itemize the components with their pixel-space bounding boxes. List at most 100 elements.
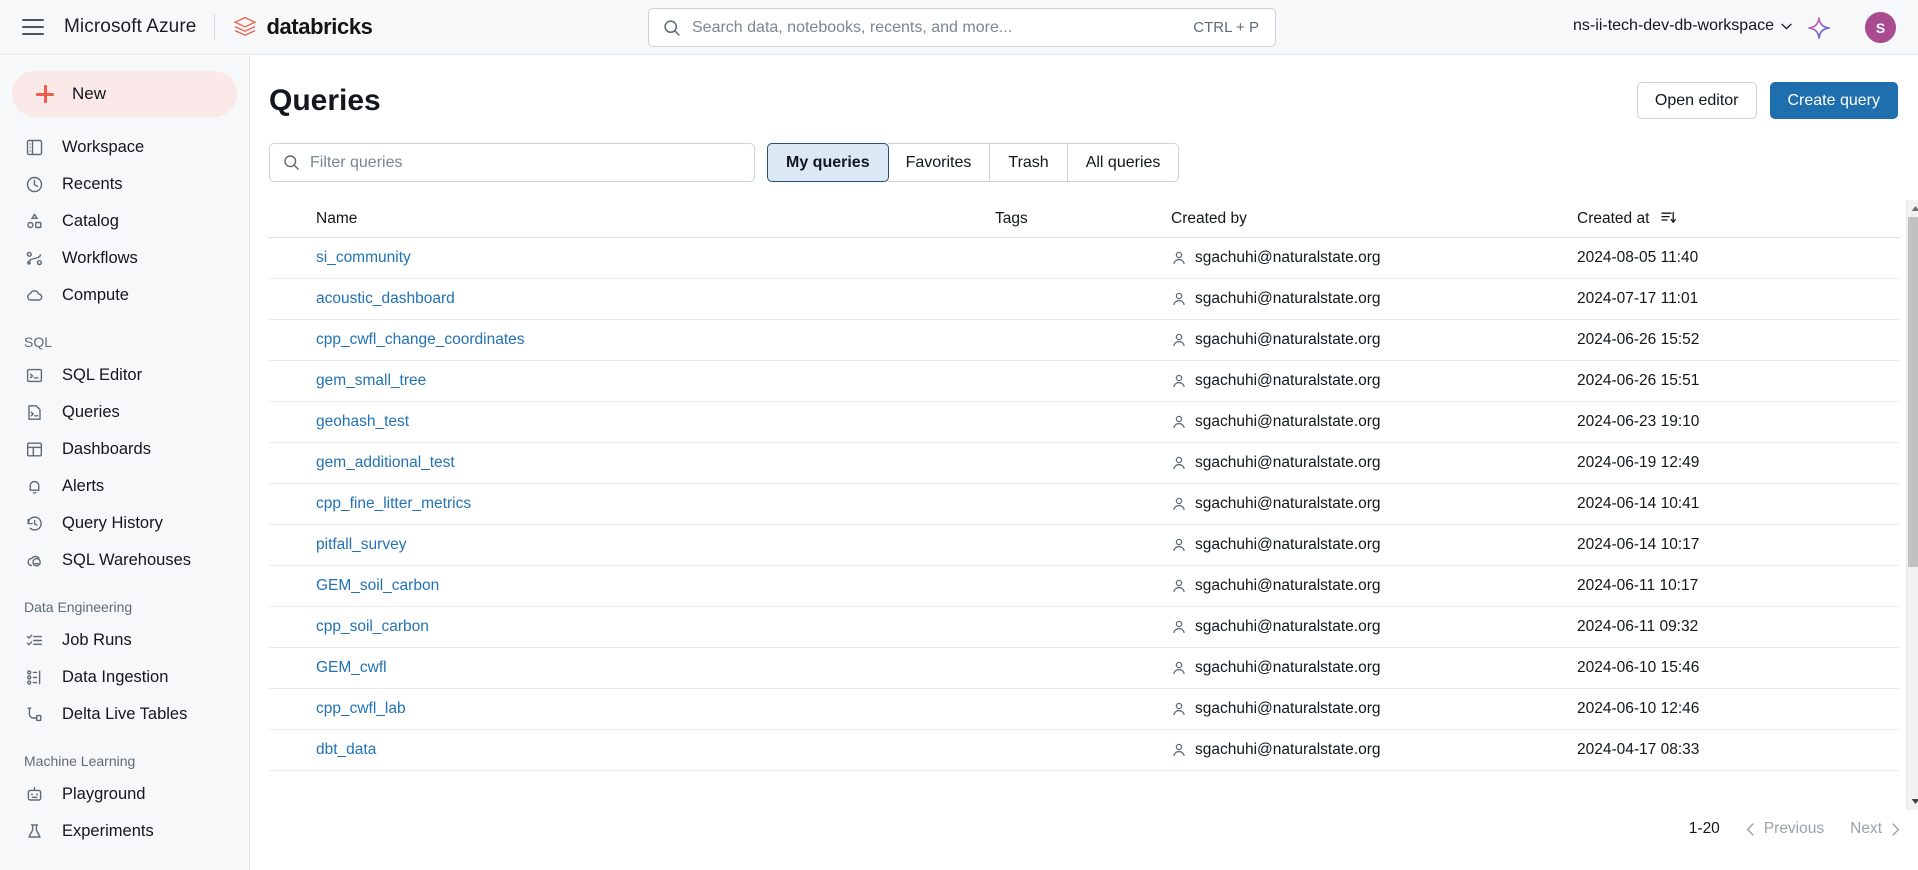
query-name-link[interactable]: acoustic_dashboard [316, 290, 455, 307]
sidebar-item-experiments[interactable]: Experiments [10, 813, 239, 850]
table-row[interactable]: GEM_soil_carbon sgachuhi@naturalstate.org… [269, 566, 1899, 607]
sidebar-item-label: SQL Warehouses [62, 551, 192, 569]
column-header-created-at[interactable]: Created at [1577, 210, 1879, 228]
query-name-link[interactable]: gem_small_tree [316, 372, 426, 389]
tab-all-queries[interactable]: All queries [1067, 143, 1180, 182]
created-by-text: sgachuhi@naturalstate.org [1195, 700, 1381, 717]
created-at-cell: 2024-06-23 19:10 [1577, 413, 1700, 430]
table-row[interactable]: cpp_cwfl_lab sgachuhi@naturalstate.org 202… [269, 689, 1899, 730]
sidebar-item-playground[interactable]: Playground [10, 776, 239, 813]
sidebar-section-data-engineering: Data Engineering [24, 599, 133, 615]
created-by-cell: sgachuhi@naturalstate.org [1171, 577, 1577, 595]
new-button[interactable]: New [12, 71, 237, 117]
sidebar: New Workspace Recents Catalog Workflows … [0, 56, 250, 870]
filter-queries-input[interactable] [310, 153, 754, 172]
plus-icon [36, 85, 54, 103]
table-row[interactable]: cpp_fine_litter_metrics sgachuhi@naturals… [269, 484, 1899, 525]
previous-page-label: Previous [1763, 820, 1825, 837]
created-by-cell: sgachuhi@naturalstate.org [1171, 618, 1577, 636]
tab-favorites[interactable]: Favorites [887, 143, 991, 182]
filter-queries-field[interactable] [269, 143, 755, 182]
query-name-link[interactable]: cpp_cwfl_lab [316, 700, 406, 717]
query-name-cell: acoustic_dashboard [269, 290, 995, 308]
chevron-down-icon [1781, 23, 1792, 29]
column-header-created-by[interactable]: Created by [1171, 210, 1577, 228]
sidebar-item-workspace[interactable]: Workspace [10, 129, 239, 166]
created-by-text: sgachuhi@naturalstate.org [1195, 659, 1381, 676]
job-runs-icon [24, 630, 45, 651]
sidebar-item-dashboards[interactable]: Dashboards [10, 431, 239, 468]
chevron-left-icon [1746, 822, 1754, 836]
sidebar-item-job-runs[interactable]: Job Runs [10, 622, 239, 659]
created-by-cell: sgachuhi@naturalstate.org [1171, 290, 1577, 308]
sidebar-item-sql-warehouses[interactable]: SQL Warehouses [10, 542, 239, 579]
scroll-up-arrow-icon[interactable] [1907, 200, 1918, 217]
created-by-cell: sgachuhi@naturalstate.org [1171, 536, 1577, 554]
avatar[interactable]: S [1865, 12, 1896, 43]
sidebar-item-compute[interactable]: Compute [10, 277, 239, 314]
query-name-link[interactable]: cpp_fine_litter_metrics [316, 495, 471, 512]
sidebar-item-alerts[interactable]: Alerts [10, 468, 239, 505]
robot-icon [24, 784, 45, 805]
person-icon [1171, 414, 1187, 430]
table-row[interactable]: gem_additional_test sgachuhi@naturalstate… [269, 443, 1899, 484]
table-scrollbar[interactable] [1906, 200, 1918, 810]
search-icon [283, 154, 300, 171]
table-row[interactable]: cpp_cwfl_change_coordinates sgachuhi@natu… [269, 320, 1899, 361]
table-row[interactable]: geohash_test sgachuhi@naturalstate.org 202… [269, 402, 1899, 443]
assistant-button[interactable] [1806, 15, 1832, 41]
query-name-link[interactable]: GEM_cwfl [316, 659, 387, 676]
tab-trash[interactable]: Trash [990, 143, 1068, 182]
table-row[interactable]: acoustic_dashboard sgachuhi@naturalstate.… [269, 279, 1899, 320]
scroll-down-arrow-icon[interactable] [1907, 793, 1918, 810]
global-search[interactable]: CTRL + P [648, 8, 1276, 47]
query-name-link[interactable]: gem_additional_test [316, 454, 455, 471]
sidebar-item-workflows[interactable]: Workflows [10, 240, 239, 277]
query-name-link[interactable]: si_community [316, 249, 411, 266]
sidebar-item-data-ingestion[interactable]: Data Ingestion [10, 659, 239, 696]
catalog-icon [24, 211, 45, 232]
search-input[interactable] [692, 18, 1194, 37]
query-name-link[interactable]: GEM_soil_carbon [316, 577, 439, 594]
query-name-link[interactable]: geohash_test [316, 413, 409, 430]
table-row[interactable]: pitfall_survey sgachuhi@naturalstate.org 2… [269, 525, 1899, 566]
next-page-label: Next [1850, 820, 1882, 837]
table-row[interactable]: si_community sgachuhi@naturalstate.org 202… [269, 238, 1899, 279]
sidebar-item-query-history[interactable]: Query History [10, 505, 239, 542]
created-by-text: sgachuhi@naturalstate.org [1195, 290, 1381, 307]
hamburger-icon[interactable] [22, 14, 48, 40]
column-header-tags[interactable]: Tags [995, 210, 1171, 228]
table-row[interactable]: gem_small_tree sgachuhi@naturalstate.org 2… [269, 361, 1899, 402]
sidebar-item-queries[interactable]: Queries [10, 394, 239, 431]
sidebar-item-label: Catalog [62, 212, 119, 230]
table-row[interactable]: dbt_data sgachuhi@naturalstate.org 2024-04… [269, 730, 1899, 771]
next-page-button[interactable]: Next [1850, 820, 1900, 838]
query-name-link[interactable]: cpp_cwfl_change_coordinates [316, 331, 525, 348]
query-name-link[interactable]: pitfall_survey [316, 536, 406, 553]
person-icon [1171, 701, 1187, 717]
scrollbar-thumb[interactable] [1908, 217, 1918, 567]
table-row[interactable]: cpp_soil_carbon sgachuhi@naturalstate.org… [269, 607, 1899, 648]
sidebar-item-recents[interactable]: Recents [10, 166, 239, 203]
table-row[interactable]: GEM_cwfl sgachuhi@naturalstate.org 2024-06… [269, 648, 1899, 689]
sidebar-item-delta-live-tables[interactable]: Delta Live Tables [10, 696, 239, 733]
created-at-cell: 2024-06-10 15:46 [1577, 659, 1700, 676]
created-at-cell: 2024-07-17 11:01 [1577, 290, 1699, 307]
workspace-selector[interactable]: ns-ii-tech-dev-db-workspace [1573, 17, 1792, 35]
created-by-text: sgachuhi@naturalstate.org [1195, 372, 1381, 389]
pagination: 1-20 Previous Next [1689, 820, 1900, 838]
column-header-name[interactable]: Name [269, 210, 995, 228]
created-by-text: sgachuhi@naturalstate.org [1195, 577, 1381, 594]
open-editor-button[interactable]: Open editor [1636, 82, 1757, 119]
person-icon [1171, 373, 1187, 389]
query-name-link[interactable]: cpp_soil_carbon [316, 618, 429, 635]
sidebar-item-sql-editor[interactable]: SQL Editor [10, 357, 239, 394]
databricks-logo[interactable]: databricks [233, 14, 373, 40]
create-query-button[interactable]: Create query [1769, 82, 1898, 119]
sidebar-item-catalog[interactable]: Catalog [10, 203, 239, 240]
query-name-cell: GEM_cwfl [269, 659, 995, 677]
previous-page-button[interactable]: Previous [1746, 820, 1824, 838]
tab-my-queries[interactable]: My queries [767, 143, 889, 182]
query-name-link[interactable]: dbt_data [316, 741, 376, 758]
query-name-cell: GEM_soil_carbon [269, 577, 995, 595]
